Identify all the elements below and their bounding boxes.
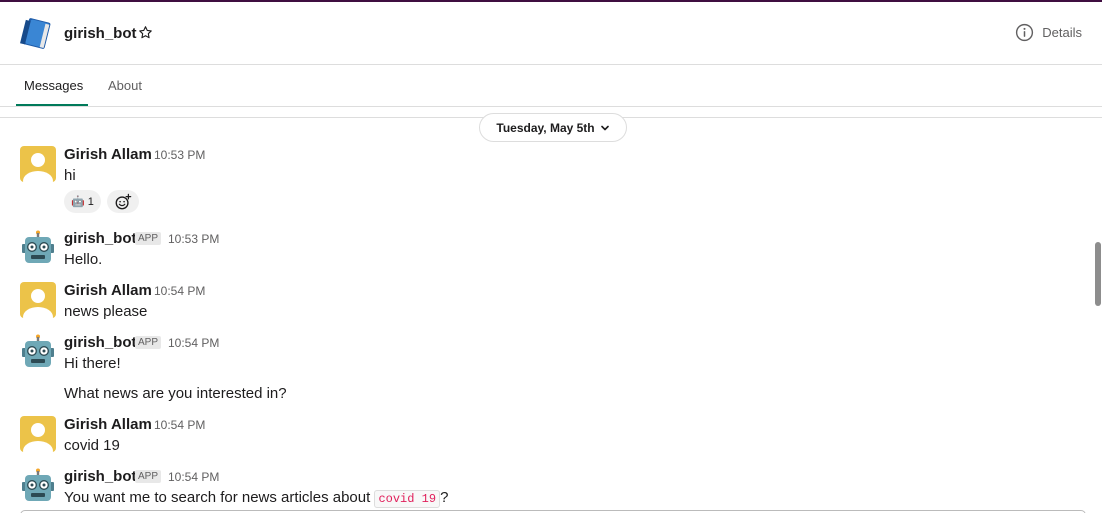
message-timestamp[interactable]: 10:54 PM bbox=[168, 470, 219, 484]
scrollbar-thumb[interactable] bbox=[1095, 242, 1101, 306]
chevron-down-icon bbox=[600, 125, 609, 130]
user-avatar-icon bbox=[20, 146, 56, 182]
robot-avatar-icon bbox=[22, 334, 54, 367]
sender-name[interactable]: Girish Allam bbox=[64, 416, 152, 433]
star-outline-icon[interactable] bbox=[138, 25, 153, 40]
message-text: hi bbox=[64, 167, 76, 184]
robot-avatar-icon bbox=[22, 230, 54, 263]
inline-code: covid 19 bbox=[374, 490, 441, 508]
sender-name[interactable]: girish_bot bbox=[64, 468, 137, 485]
date-label: Tuesday, May 5th bbox=[496, 120, 595, 135]
message-timestamp[interactable]: 10:54 PM bbox=[154, 284, 205, 298]
avatar[interactable] bbox=[20, 146, 56, 182]
app-badge: APP bbox=[135, 232, 162, 245]
app-badge: APP bbox=[135, 336, 162, 349]
message-text-part: You want me to search for news articles … bbox=[64, 489, 375, 506]
robot-emoji-icon: 🤖 bbox=[71, 196, 85, 208]
active-tab-indicator bbox=[16, 104, 88, 106]
avatar[interactable] bbox=[20, 468, 56, 504]
message-text-part: ? bbox=[440, 489, 449, 506]
message-text-line-2: What news are you interested in? bbox=[64, 385, 287, 402]
info-circle-icon bbox=[1016, 23, 1034, 42]
robot-avatar-icon bbox=[22, 468, 54, 501]
reaction-pill[interactable]: 🤖 1 bbox=[64, 190, 101, 213]
details-button[interactable]: Details bbox=[1015, 23, 1082, 42]
sender-name[interactable]: Girish Allam bbox=[64, 146, 152, 163]
reaction-count: 1 bbox=[87, 195, 94, 208]
tab-bar: Messages About bbox=[0, 66, 1102, 107]
tab-messages[interactable]: Messages bbox=[24, 78, 83, 93]
app-badge: APP bbox=[135, 470, 162, 483]
sender-name[interactable]: girish_bot bbox=[64, 230, 137, 247]
user-avatar-icon bbox=[20, 282, 56, 318]
avatar[interactable] bbox=[20, 282, 56, 318]
sender-name[interactable]: girish_bot bbox=[64, 334, 137, 351]
user-avatar-icon bbox=[20, 416, 56, 452]
channel-title: girish_bot bbox=[64, 25, 137, 42]
message-timestamp[interactable]: 10:54 PM bbox=[168, 336, 219, 350]
book-icon bbox=[20, 18, 51, 49]
message-text: You want me to search for news articles … bbox=[64, 489, 449, 508]
message-timestamp[interactable]: 10:53 PM bbox=[168, 232, 219, 246]
avatar[interactable] bbox=[20, 416, 56, 452]
message-text: Hello. bbox=[64, 251, 103, 268]
sender-name[interactable]: Girish Allam bbox=[64, 282, 152, 299]
tab-about[interactable]: About bbox=[108, 78, 142, 93]
add-reaction-button[interactable] bbox=[107, 190, 139, 213]
avatar[interactable] bbox=[20, 334, 56, 370]
message-timestamp[interactable]: 10:53 PM bbox=[154, 148, 205, 162]
message-text: covid 19 bbox=[64, 437, 120, 454]
avatar[interactable] bbox=[20, 230, 56, 266]
add-emoji-icon bbox=[115, 193, 132, 209]
message-timestamp[interactable]: 10:54 PM bbox=[154, 418, 205, 432]
date-divider-button[interactable]: Tuesday, May 5th bbox=[479, 113, 627, 142]
channel-header: girish_bot Details bbox=[0, 2, 1102, 65]
details-label: Details bbox=[1042, 25, 1082, 40]
message-text: Hi there! bbox=[64, 355, 121, 372]
message-text: news please bbox=[64, 303, 148, 320]
